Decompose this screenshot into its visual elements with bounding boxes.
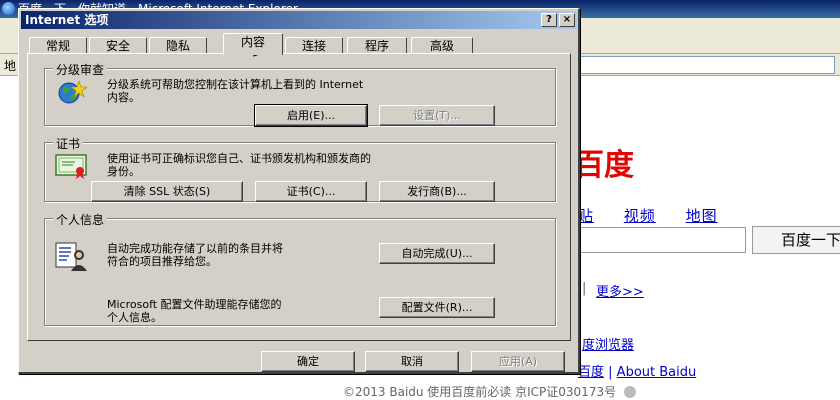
internet-options-dialog: Internet 选项 ? × 常规 安全 隐私 内容 连接 程序 高级 分级审…: [18, 8, 580, 374]
ratings-group-title: 分级审查: [53, 61, 108, 78]
ratings-description: 分级系统可帮助您控制在该计算机上看到的 Internet 内容。: [107, 78, 364, 104]
tab-programs[interactable]: 程序: [347, 37, 407, 54]
tab-general[interactable]: 常规: [29, 37, 87, 54]
apply-button[interactable]: 应用(A): [471, 351, 565, 372]
baidu-about: 百度 | About Baidu: [578, 365, 697, 380]
baidu-search-button[interactable]: 百度一下: [752, 226, 840, 254]
tab-privacy[interactable]: 隐私: [149, 37, 207, 54]
dialog-titlebar: Internet 选项 ? ×: [21, 11, 577, 29]
cancel-button[interactable]: 取消: [365, 351, 459, 372]
ratings-settings-button[interactable]: 设置(T)...: [379, 105, 495, 126]
ok-button[interactable]: 确定: [261, 351, 355, 372]
nav-link-tieba[interactable]: 贴: [578, 207, 594, 225]
address-label: 地: [4, 59, 17, 73]
autocomplete-button[interactable]: 自动完成(U)...: [379, 243, 495, 264]
ie-logo-icon: [2, 2, 15, 15]
about-baidu-link[interactable]: About Baidu: [617, 365, 697, 380]
profile-form-icon: [55, 242, 87, 271]
baidu-search-input[interactable]: [578, 227, 746, 253]
personal-info-group: 个人信息 自动完成功能存储了以前的条目并将 符合的项目推荐给您。 自动完成(U)…: [44, 211, 556, 326]
help-button[interactable]: ?: [541, 13, 557, 27]
tab-content[interactable]: 内容: [223, 33, 283, 55]
baidu-nav: 贴 视频 地图: [578, 205, 732, 226]
globe-star-icon: [58, 80, 87, 104]
profile-assistant-description: Microsoft 配置文件助理能存储您的 个人信息。: [107, 298, 282, 324]
baidu-home-link[interactable]: 百度: [578, 365, 604, 380]
publishers-button[interactable]: 发行商(B)...: [379, 181, 495, 202]
nav-link-map[interactable]: 地图: [686, 207, 718, 225]
baidu-browser-link[interactable]: 度浏览器: [582, 334, 634, 353]
autocomplete-description: 自动完成功能存储了以前的条目并将 符合的项目推荐给您。: [107, 242, 283, 268]
dialog-title: Internet 选项: [25, 13, 109, 27]
personal-info-group-title: 个人信息: [53, 211, 108, 228]
my-profile-button[interactable]: 配置文件(R)...: [379, 297, 495, 318]
certificate-icon: [55, 154, 87, 179]
baidu-copyright: ©2013 Baidu 使用百度前必读 京ICP证030173号: [343, 383, 636, 400]
police-badge-icon: [623, 386, 636, 398]
tab-connections[interactable]: 连接: [285, 37, 343, 54]
certificates-description: 使用证书可正确标识您自己、证书颁发机构和颁发商的 身份。: [107, 152, 371, 178]
baidu-logo: 百度: [574, 148, 634, 183]
enable-ratings-button[interactable]: 启用(E)...: [254, 104, 368, 127]
nav-link-video[interactable]: 视频: [624, 207, 656, 225]
more-link[interactable]: 更多>>: [596, 281, 644, 300]
copyright-text: ©2013 Baidu 使用百度前必读 京ICP证030173号: [343, 385, 617, 399]
certificates-group: 证书 使用证书可正确标识您自己、证书颁发机构和颁发商的 身份。 清除 SSL 状…: [44, 135, 556, 202]
close-button[interactable]: ×: [559, 13, 575, 27]
certificates-button[interactable]: 证书(C)...: [255, 181, 367, 202]
certificates-group-title: 证书: [53, 135, 84, 152]
ratings-group: 分级审查 分级系统可帮助您控制在该计算机上看到的 Internet 内容。 启用…: [44, 61, 556, 127]
content-tab-panel: 分级审查 分级系统可帮助您控制在该计算机上看到的 Internet 内容。 启用…: [27, 53, 571, 341]
more-separator: |: [582, 281, 587, 296]
tab-security[interactable]: 安全: [89, 37, 147, 54]
tab-advanced[interactable]: 高级: [411, 37, 473, 54]
clear-ssl-state-button[interactable]: 清除 SSL 状态(S): [91, 181, 243, 202]
